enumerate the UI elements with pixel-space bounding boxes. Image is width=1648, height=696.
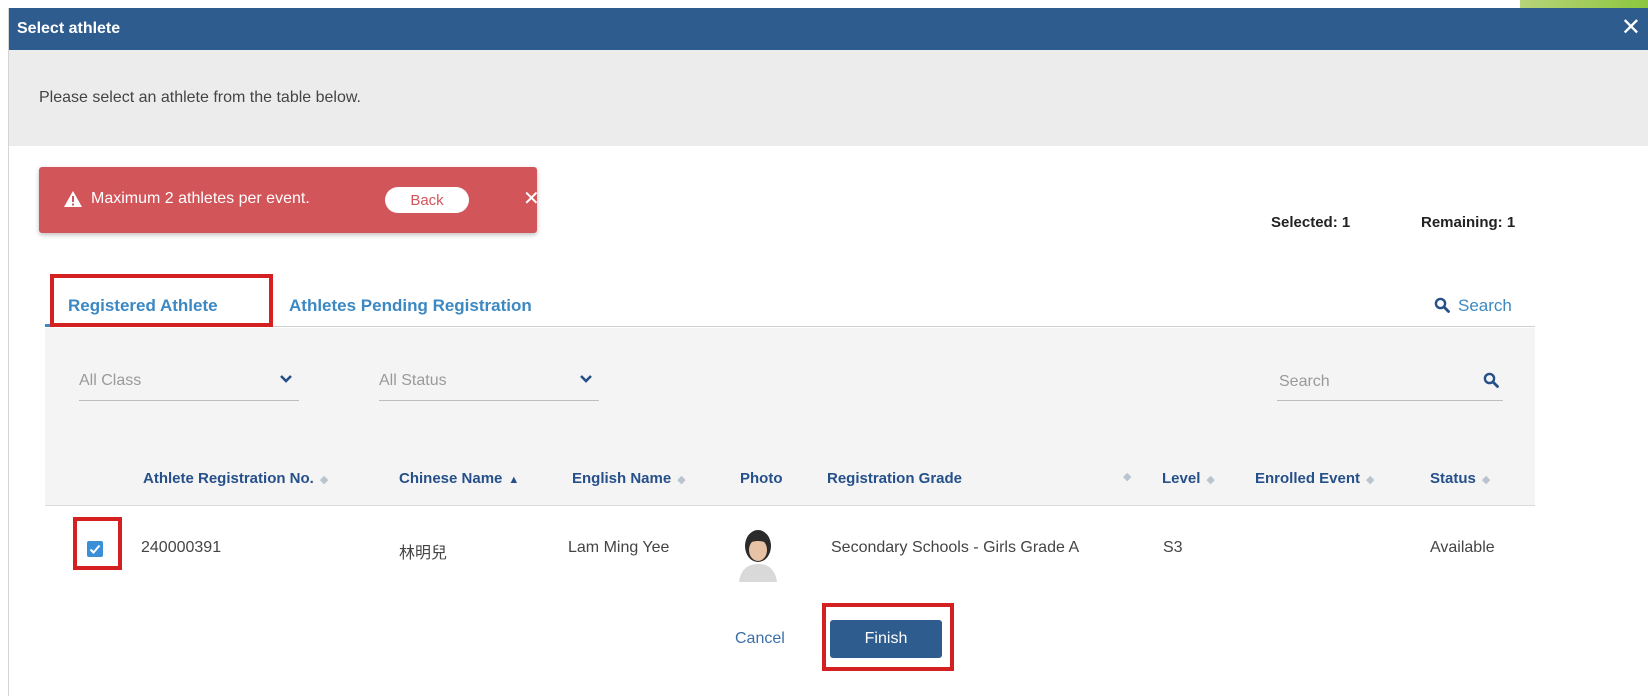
cell-level: S3 xyxy=(1163,539,1183,556)
select-athlete-dialog: Select athlete ✕ Please select an athlet… xyxy=(8,8,1648,696)
finish-button[interactable]: Finish xyxy=(830,620,942,658)
alert-back-button[interactable]: Back xyxy=(385,187,469,213)
cell-chinese-name: 林明兒 xyxy=(399,545,448,562)
search-link-label: Search xyxy=(1458,296,1512,315)
row-select-checkbox[interactable] xyxy=(87,541,103,557)
cell-status: Available xyxy=(1430,539,1495,556)
remaining-count: Remaining: 1 xyxy=(1421,214,1516,231)
tab-registered-athlete[interactable]: Registered Athlete xyxy=(68,296,218,316)
dialog-header: Select athlete ✕ xyxy=(9,8,1648,50)
selected-count: Selected: 1 xyxy=(1271,214,1351,231)
cell-english-name: Lam Ming Yee xyxy=(568,539,670,556)
tab-athletes-pending-registration[interactable]: Athletes Pending Registration xyxy=(289,296,532,316)
instruction-text: Please select an athlete from the table … xyxy=(39,89,361,106)
active-tab-indicator xyxy=(45,324,267,327)
table-row[interactable]: 240000391 林明兒 Lam Ming Yee Secondary Sch… xyxy=(45,506,1535,592)
warning-icon xyxy=(64,191,82,207)
search-icon[interactable] xyxy=(1483,372,1499,388)
athlete-photo xyxy=(729,522,787,582)
column-header-registration-grade[interactable]: Registration Grade xyxy=(827,470,962,487)
alert-message: Maximum 2 athletes per event. xyxy=(91,190,310,207)
class-filter-dropdown[interactable]: All Class xyxy=(79,368,299,401)
status-filter-dropdown[interactable]: All Status xyxy=(379,368,599,401)
cell-registration-grade: Secondary Schools - Girls Grade A xyxy=(831,539,1080,556)
cell-registration-no: 240000391 xyxy=(141,539,222,556)
instruction-bar: Please select an athlete from the table … xyxy=(9,50,1648,146)
registration-grade-sort-icon[interactable]: ◆ xyxy=(1123,470,1131,483)
table-search-input[interactable] xyxy=(1277,372,1461,392)
column-header-status[interactable]: Status ◆ xyxy=(1430,470,1490,487)
column-header-photo: Photo xyxy=(740,470,783,487)
chevron-down-icon xyxy=(580,375,592,383)
column-header-enrolled-event[interactable]: Enrolled Event ◆ xyxy=(1255,470,1375,487)
column-header-english-name[interactable]: English Name ◆ xyxy=(572,470,686,487)
tabs-divider xyxy=(45,326,1535,327)
status-filter-value: All Status xyxy=(379,372,447,389)
column-header-registration-no[interactable]: Athlete Registration No. ◆ xyxy=(143,470,328,487)
table-search-field[interactable] xyxy=(1277,368,1503,401)
page: Select athlete ✕ Please select an athlet… xyxy=(0,0,1648,696)
search-toggle-link[interactable]: Search xyxy=(1434,296,1512,316)
checkmark-icon xyxy=(89,544,101,554)
dialog-title: Select athlete xyxy=(17,20,121,37)
alert-close-icon[interactable]: ✕ xyxy=(523,186,540,211)
search-icon xyxy=(1434,297,1450,313)
max-athletes-alert: Maximum 2 athletes per event. Back ✕ xyxy=(39,167,540,233)
class-filter-value: All Class xyxy=(79,372,142,389)
chevron-down-icon xyxy=(280,375,292,383)
close-icon[interactable]: ✕ xyxy=(1621,16,1641,40)
cancel-button[interactable]: Cancel xyxy=(735,630,785,648)
column-header-chinese-name[interactable]: Chinese Name ▲ xyxy=(399,470,519,487)
column-header-level[interactable]: Level ◆ xyxy=(1162,470,1215,487)
